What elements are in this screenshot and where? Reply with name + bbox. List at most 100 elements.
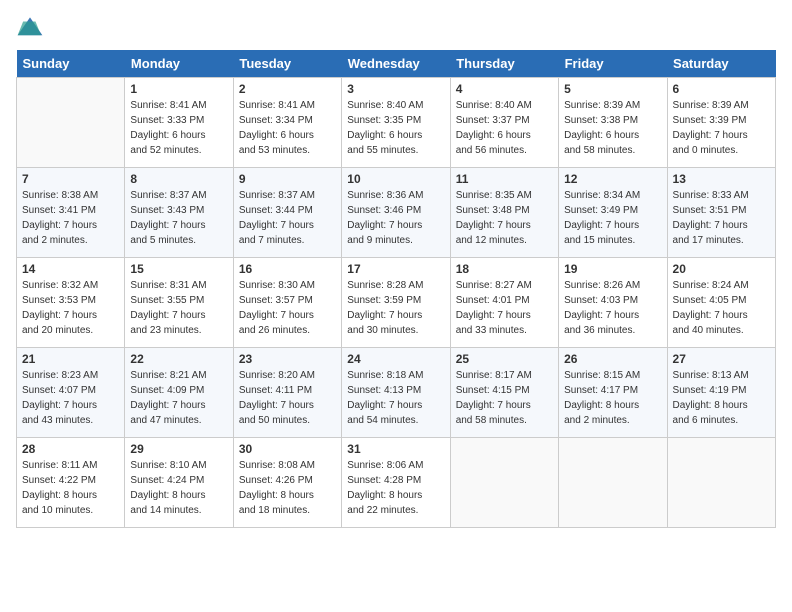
- day-number: 7: [22, 172, 119, 186]
- day-info: Sunrise: 8:06 AM Sunset: 4:28 PM Dayligh…: [347, 458, 444, 518]
- day-info: Sunrise: 8:28 AM Sunset: 3:59 PM Dayligh…: [347, 278, 444, 338]
- days-header-row: SundayMondayTuesdayWednesdayThursdayFrid…: [17, 50, 776, 78]
- day-info: Sunrise: 8:37 AM Sunset: 3:43 PM Dayligh…: [130, 188, 227, 248]
- day-info: Sunrise: 8:21 AM Sunset: 4:09 PM Dayligh…: [130, 368, 227, 428]
- day-number: 23: [239, 352, 336, 366]
- calendar-cell: 21 Sunrise: 8:23 AM Sunset: 4:07 PM Dayli…: [17, 348, 125, 438]
- day-info: Sunrise: 8:34 AM Sunset: 3:49 PM Dayligh…: [564, 188, 661, 248]
- calendar-cell: 24 Sunrise: 8:18 AM Sunset: 4:13 PM Dayli…: [342, 348, 450, 438]
- day-info: Sunrise: 8:24 AM Sunset: 4:05 PM Dayligh…: [673, 278, 770, 338]
- calendar-cell: [450, 438, 558, 528]
- day-info: Sunrise: 8:30 AM Sunset: 3:57 PM Dayligh…: [239, 278, 336, 338]
- day-number: 27: [673, 352, 770, 366]
- day-number: 16: [239, 262, 336, 276]
- calendar-cell: 4Sunrise: 8:40 AM Sunset: 3:37 PM Daylig…: [450, 78, 558, 168]
- calendar-cell: 27 Sunrise: 8:13 AM Sunset: 4:19 PM Dayli…: [667, 348, 775, 438]
- day-info: Sunrise: 8:26 AM Sunset: 4:03 PM Dayligh…: [564, 278, 661, 338]
- day-number: 20: [673, 262, 770, 276]
- day-info: Sunrise: 8:27 AM Sunset: 4:01 PM Dayligh…: [456, 278, 553, 338]
- day-number: 18: [456, 262, 553, 276]
- day-header-thursday: Thursday: [450, 50, 558, 78]
- calendar-cell: 19 Sunrise: 8:26 AM Sunset: 4:03 PM Dayli…: [559, 258, 667, 348]
- day-header-tuesday: Tuesday: [233, 50, 341, 78]
- calendar-cell: 1 Sunrise: 8:41 AM Sunset: 3:33 PM Daylig…: [125, 78, 233, 168]
- day-info: Sunrise: 8:32 AM Sunset: 3:53 PM Dayligh…: [22, 278, 119, 338]
- calendar-cell: 7Sunrise: 8:38 AM Sunset: 3:41 PM Daylig…: [17, 168, 125, 258]
- day-number: 13: [673, 172, 770, 186]
- calendar-cell: 22 Sunrise: 8:21 AM Sunset: 4:09 PM Dayli…: [125, 348, 233, 438]
- day-number: 26: [564, 352, 661, 366]
- calendar-cell: 8Sunrise: 8:37 AM Sunset: 3:43 PM Daylig…: [125, 168, 233, 258]
- day-info: Sunrise: 8:39 AM Sunset: 3:38 PM Dayligh…: [564, 98, 661, 158]
- day-info: Sunrise: 8:17 AM Sunset: 4:15 PM Dayligh…: [456, 368, 553, 428]
- day-info: Sunrise: 8:40 AM Sunset: 3:35 PM Dayligh…: [347, 98, 444, 158]
- day-number: 9: [239, 172, 336, 186]
- day-info: Sunrise: 8:23 AM Sunset: 4:07 PM Dayligh…: [22, 368, 119, 428]
- calendar-cell: 30Sunrise: 8:08 AM Sunset: 4:26 PM Dayli…: [233, 438, 341, 528]
- day-info: Sunrise: 8:39 AM Sunset: 3:39 PM Dayligh…: [673, 98, 770, 158]
- day-number: 11: [456, 172, 553, 186]
- calendar-cell: 5 Sunrise: 8:39 AM Sunset: 3:38 PM Daylig…: [559, 78, 667, 168]
- calendar-cell: 6 Sunrise: 8:39 AM Sunset: 3:39 PM Daylig…: [667, 78, 775, 168]
- day-header-wednesday: Wednesday: [342, 50, 450, 78]
- day-number: 15: [130, 262, 227, 276]
- day-info: Sunrise: 8:41 AM Sunset: 3:34 PM Dayligh…: [239, 98, 336, 158]
- day-header-friday: Friday: [559, 50, 667, 78]
- day-number: 17: [347, 262, 444, 276]
- calendar-cell: 9 Sunrise: 8:37 AM Sunset: 3:44 PM Daylig…: [233, 168, 341, 258]
- calendar-cell: 28Sunrise: 8:11 AM Sunset: 4:22 PM Dayli…: [17, 438, 125, 528]
- day-number: 31: [347, 442, 444, 456]
- day-number: 30: [239, 442, 336, 456]
- day-number: 19: [564, 262, 661, 276]
- logo-icon: [16, 16, 44, 38]
- day-info: Sunrise: 8:37 AM Sunset: 3:44 PM Dayligh…: [239, 188, 336, 248]
- day-number: 22: [130, 352, 227, 366]
- day-info: Sunrise: 8:36 AM Sunset: 3:46 PM Dayligh…: [347, 188, 444, 248]
- calendar-cell: 18 Sunrise: 8:27 AM Sunset: 4:01 PM Dayli…: [450, 258, 558, 348]
- day-info: Sunrise: 8:11 AM Sunset: 4:22 PM Dayligh…: [22, 458, 119, 518]
- day-info: Sunrise: 8:41 AM Sunset: 3:33 PM Dayligh…: [130, 98, 227, 158]
- day-info: Sunrise: 8:18 AM Sunset: 4:13 PM Dayligh…: [347, 368, 444, 428]
- day-info: Sunrise: 8:33 AM Sunset: 3:51 PM Dayligh…: [673, 188, 770, 248]
- logo: [16, 16, 48, 38]
- day-info: Sunrise: 8:20 AM Sunset: 4:11 PM Dayligh…: [239, 368, 336, 428]
- week-row-2: 7Sunrise: 8:38 AM Sunset: 3:41 PM Daylig…: [17, 168, 776, 258]
- day-number: 24: [347, 352, 444, 366]
- calendar-cell: 14 Sunrise: 8:32 AM Sunset: 3:53 PM Dayli…: [17, 258, 125, 348]
- day-number: 25: [456, 352, 553, 366]
- calendar-cell: 26 Sunrise: 8:15 AM Sunset: 4:17 PM Dayli…: [559, 348, 667, 438]
- calendar-cell: 29 Sunrise: 8:10 AM Sunset: 4:24 PM Dayli…: [125, 438, 233, 528]
- day-number: 12: [564, 172, 661, 186]
- calendar-cell: 13 Sunrise: 8:33 AM Sunset: 3:51 PM Dayli…: [667, 168, 775, 258]
- day-number: 6: [673, 82, 770, 96]
- day-number: 21: [22, 352, 119, 366]
- day-info: Sunrise: 8:15 AM Sunset: 4:17 PM Dayligh…: [564, 368, 661, 428]
- calendar-cell: [667, 438, 775, 528]
- day-number: 29: [130, 442, 227, 456]
- calendar-cell: 25 Sunrise: 8:17 AM Sunset: 4:15 PM Dayli…: [450, 348, 558, 438]
- day-header-saturday: Saturday: [667, 50, 775, 78]
- calendar-cell: 12 Sunrise: 8:34 AM Sunset: 3:49 PM Dayli…: [559, 168, 667, 258]
- day-info: Sunrise: 8:10 AM Sunset: 4:24 PM Dayligh…: [130, 458, 227, 518]
- calendar-cell: 10 Sunrise: 8:36 AM Sunset: 3:46 PM Dayli…: [342, 168, 450, 258]
- calendar-cell: 3Sunrise: 8:40 AM Sunset: 3:35 PM Daylig…: [342, 78, 450, 168]
- calendar-cell: 16 Sunrise: 8:30 AM Sunset: 3:57 PM Dayli…: [233, 258, 341, 348]
- calendar-cell: 31 Sunrise: 8:06 AM Sunset: 4:28 PM Dayli…: [342, 438, 450, 528]
- calendar-cell: [17, 78, 125, 168]
- week-row-1: 1 Sunrise: 8:41 AM Sunset: 3:33 PM Daylig…: [17, 78, 776, 168]
- week-row-4: 21 Sunrise: 8:23 AM Sunset: 4:07 PM Dayli…: [17, 348, 776, 438]
- day-info: Sunrise: 8:31 AM Sunset: 3:55 PM Dayligh…: [130, 278, 227, 338]
- calendar-cell: 2Sunrise: 8:41 AM Sunset: 3:34 PM Daylig…: [233, 78, 341, 168]
- day-number: 14: [22, 262, 119, 276]
- week-row-5: 28Sunrise: 8:11 AM Sunset: 4:22 PM Dayli…: [17, 438, 776, 528]
- calendar-cell: 11Sunrise: 8:35 AM Sunset: 3:48 PM Dayli…: [450, 168, 558, 258]
- calendar-cell: [559, 438, 667, 528]
- calendar-table: SundayMondayTuesdayWednesdayThursdayFrid…: [16, 50, 776, 528]
- day-number: 5: [564, 82, 661, 96]
- day-info: Sunrise: 8:13 AM Sunset: 4:19 PM Dayligh…: [673, 368, 770, 428]
- day-info: Sunrise: 8:40 AM Sunset: 3:37 PM Dayligh…: [456, 98, 553, 158]
- day-number: 1: [130, 82, 227, 96]
- calendar-cell: 23 Sunrise: 8:20 AM Sunset: 4:11 PM Dayli…: [233, 348, 341, 438]
- day-number: 10: [347, 172, 444, 186]
- header: [16, 16, 776, 38]
